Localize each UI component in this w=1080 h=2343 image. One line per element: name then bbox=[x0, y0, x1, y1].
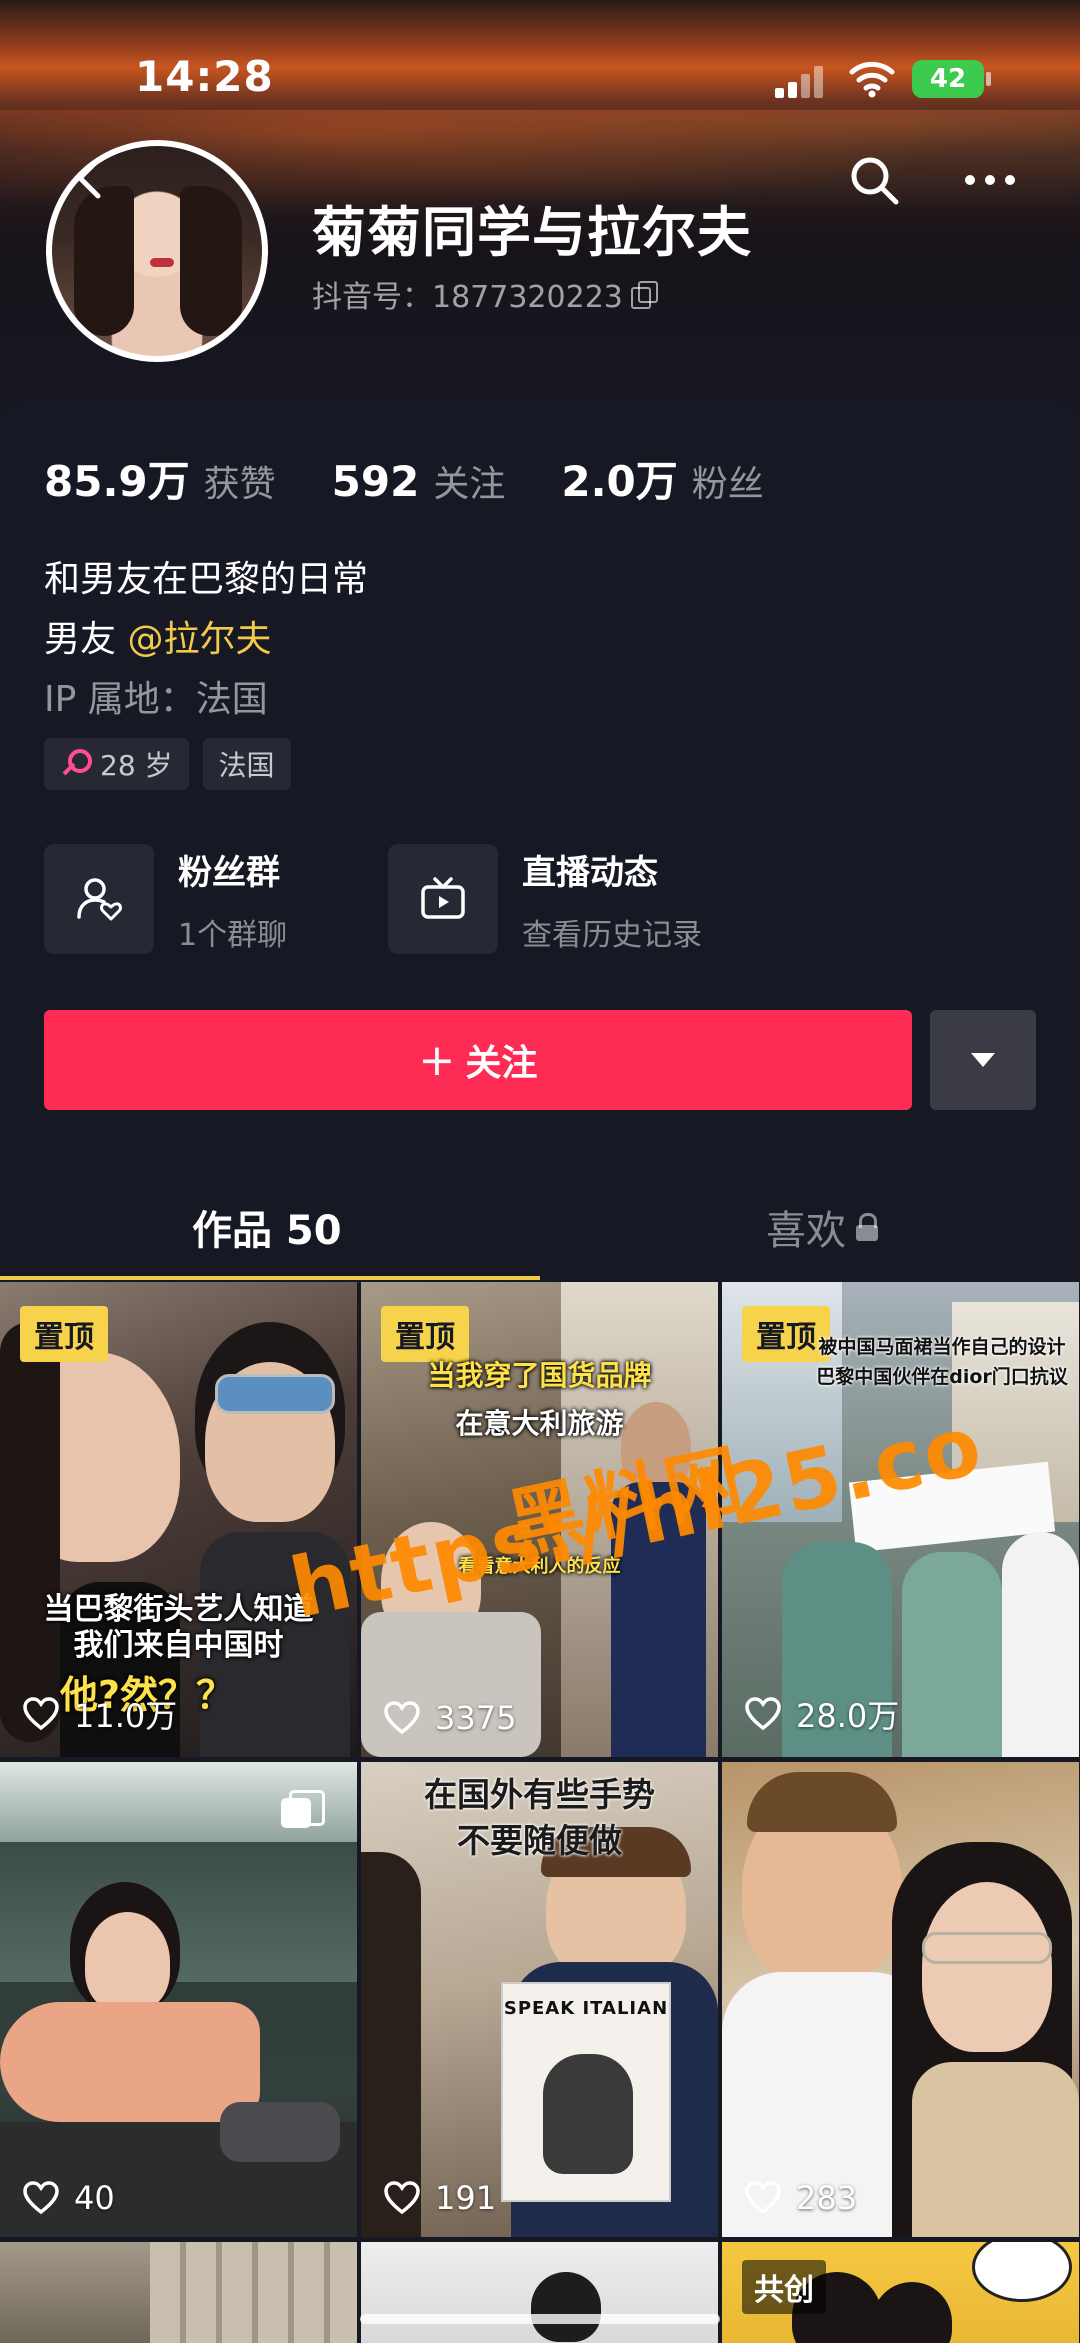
battery-indicator: 42 bbox=[912, 60, 984, 98]
book-cover: SPEAK ITALIAN bbox=[501, 1982, 671, 2202]
like-count: 191 bbox=[383, 2179, 496, 2217]
status-bar: 14:28 42 bbox=[0, 0, 1080, 160]
age-text: 28 岁 bbox=[100, 749, 173, 782]
video-caption-sub: 看看意大利人的反应 bbox=[458, 1556, 621, 1577]
more-options-icon[interactable] bbox=[960, 160, 1020, 200]
profile-tags: 28 岁 法国 bbox=[44, 738, 291, 790]
fan-group-card[interactable]: 粉丝群 1个群聊 bbox=[44, 844, 388, 954]
heart-icon bbox=[384, 1701, 420, 1735]
video-thumbnail[interactable]: 置顶 被中国马面裙当作自己的设计 巴黎中国伙伴在dior门口抗议 28.0万 bbox=[722, 1282, 1079, 1757]
live-history-card[interactable]: 直播动态 查看历史记录 bbox=[388, 844, 732, 954]
heart-icon bbox=[745, 2181, 781, 2215]
stats-row: 85.9万 获赞 592 关注 2.0万 粉丝 bbox=[44, 448, 820, 509]
douyin-id-text: 抖音号：1877320223 bbox=[312, 280, 623, 315]
multi-image-icon bbox=[281, 1790, 325, 1830]
location-tag: 法国 bbox=[202, 738, 291, 790]
like-count-text: 11.0万 bbox=[74, 1697, 178, 1735]
plus-icon: + bbox=[418, 1034, 456, 1086]
lock-icon bbox=[856, 1213, 878, 1241]
recommend-dropdown-button[interactable] bbox=[930, 1010, 1036, 1110]
follow-button[interactable]: + 关注 bbox=[44, 1010, 912, 1110]
bio-boyfriend-label: 男友 bbox=[44, 619, 128, 660]
profile-name: 菊菊同学与拉尔夫 bbox=[312, 201, 752, 264]
pinned-badge: 置顶 bbox=[20, 1306, 108, 1362]
bio-line: 和男友在巴黎的日常 bbox=[44, 559, 369, 600]
feature-cards: 粉丝群 1个群聊 直播动态 查看历史记录 bbox=[44, 844, 732, 954]
video-thumbnail[interactable]: 置顶 当巴黎街头艺人知道 我们来自中国时 他?然？？ 11.0万 bbox=[0, 1282, 357, 1757]
douyin-id[interactable]: 抖音号：1877320223 bbox=[312, 272, 658, 316]
status-time: 14:28 bbox=[135, 52, 274, 101]
card-subtitle: 查看历史记录 bbox=[522, 917, 702, 953]
location-text: 法国 bbox=[218, 749, 275, 782]
tab-likes[interactable]: 喜欢 bbox=[766, 1198, 878, 1256]
stat-label: 获赞 bbox=[203, 464, 276, 505]
tab-works[interactable]: 作品 50 bbox=[192, 1198, 342, 1256]
video-thumbnail[interactable] bbox=[361, 2242, 718, 2343]
tab-likes-label: 喜欢 bbox=[766, 1208, 846, 1254]
stat-likes[interactable]: 85.9万 获赞 bbox=[44, 448, 276, 509]
like-count-text: 28.0万 bbox=[796, 1697, 900, 1735]
copy-icon[interactable] bbox=[630, 281, 658, 309]
video-thumbnail[interactable]: 40 bbox=[0, 1762, 357, 2237]
battery-tip bbox=[986, 72, 991, 86]
stat-label: 粉丝 bbox=[691, 464, 764, 505]
video-caption: 当我穿了国货品牌 在意大利旅游 bbox=[427, 1359, 652, 1440]
heart-icon bbox=[23, 2181, 59, 2215]
bio: 和男友在巴黎的日常 男友 @拉尔夫 IP 属地：法国 bbox=[44, 550, 368, 730]
live-tv-icon bbox=[388, 844, 498, 954]
card-title: 直播动态 bbox=[522, 852, 658, 893]
wifi-icon bbox=[849, 61, 895, 98]
fan-group-icon bbox=[44, 844, 154, 954]
active-tab-indicator bbox=[0, 1276, 540, 1280]
stat-followers[interactable]: 2.0万 粉丝 bbox=[561, 448, 763, 509]
bio-line: 男友 @拉尔夫 bbox=[44, 610, 368, 670]
video-thumbnail[interactable]: SPEAK ITALIAN 在国外有些手势 不要随便做 191 bbox=[361, 1762, 718, 2237]
card-title: 粉丝群 bbox=[178, 852, 280, 893]
video-caption: 在国外有些手势 不要随便做 bbox=[424, 1775, 655, 1860]
follow-label: 关注 bbox=[465, 1043, 538, 1084]
like-count: 11.0万 bbox=[22, 1691, 177, 1737]
like-count: 28.0万 bbox=[744, 1691, 899, 1737]
like-count-text: 191 bbox=[435, 2179, 497, 2217]
video-caption: 当巴黎街头艺人知道 我们来自中国时 bbox=[43, 1592, 314, 1663]
video-caption: 被中国马面裙当作自己的设计 巴黎中国伙伴在dior门口抗议 bbox=[816, 1336, 1068, 1388]
co-create-badge: 共创 bbox=[742, 2260, 826, 2314]
content-tabs: 作品 50 喜欢 bbox=[0, 1180, 1080, 1280]
like-count: 283 bbox=[744, 2179, 857, 2217]
back-icon[interactable] bbox=[60, 148, 120, 208]
signal-icon bbox=[775, 64, 825, 98]
female-icon bbox=[60, 749, 92, 779]
video-thumbnail[interactable]: 置顶 当我穿了国货品牌 在意大利旅游 看看意大利人的反应 3375 bbox=[361, 1282, 718, 1757]
book-title: SPEAK ITALIAN bbox=[503, 1998, 669, 2019]
video-thumbnail[interactable]: 283 bbox=[722, 1762, 1079, 2237]
heart-icon bbox=[384, 2181, 420, 2215]
heart-icon bbox=[23, 1697, 59, 1731]
ip-location: IP 属地：法国 bbox=[44, 679, 268, 720]
search-icon[interactable] bbox=[846, 152, 902, 208]
caret-down-icon bbox=[971, 1053, 995, 1067]
stat-value: 592 bbox=[331, 457, 420, 506]
like-count: 3375 bbox=[383, 1699, 516, 1737]
mention-link[interactable]: @拉尔夫 bbox=[127, 619, 271, 660]
like-count: 40 bbox=[22, 2179, 115, 2217]
like-count-text: 283 bbox=[796, 2179, 858, 2217]
video-thumbnail[interactable] bbox=[0, 2242, 357, 2343]
stat-following[interactable]: 592 关注 bbox=[332, 455, 506, 507]
heart-icon bbox=[745, 1697, 781, 1731]
like-count-text: 40 bbox=[74, 2179, 115, 2217]
profile-info-panel: 85.9万 获赞 592 关注 2.0万 粉丝 和男友在巴黎的日常 男友 @拉尔… bbox=[0, 400, 1080, 1280]
video-thumbnail[interactable]: 共创 bbox=[722, 2242, 1079, 2343]
like-count-text: 3375 bbox=[435, 1699, 517, 1737]
stat-value: 85.9万 bbox=[44, 457, 190, 506]
card-subtitle: 1个群聊 bbox=[178, 917, 288, 953]
stat-value: 2.0万 bbox=[561, 457, 678, 506]
age-tag: 28 岁 bbox=[44, 738, 189, 790]
home-indicator bbox=[360, 2314, 720, 2324]
stat-label: 关注 bbox=[433, 464, 506, 505]
